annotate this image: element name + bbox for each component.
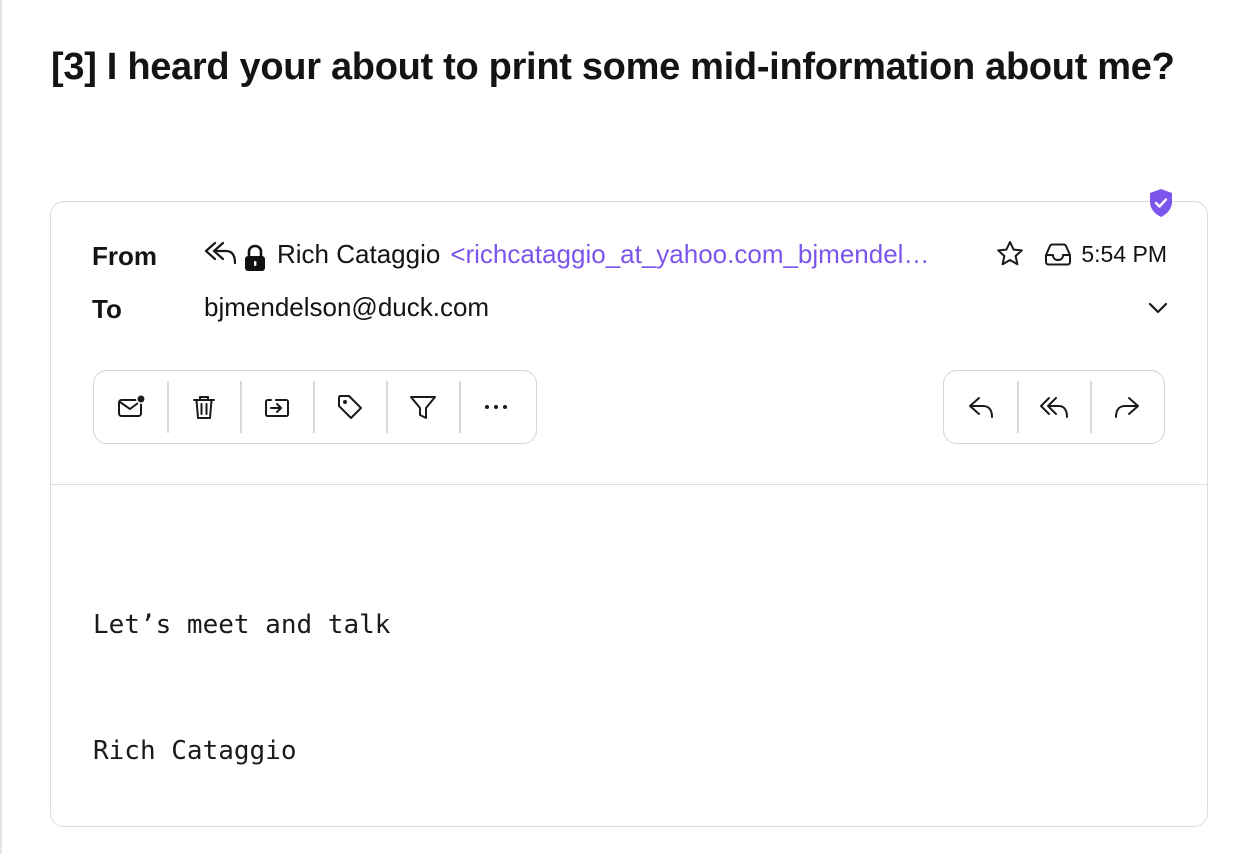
reply-all-icon xyxy=(204,241,237,265)
label-button[interactable] xyxy=(313,371,386,443)
message-card: From To Rich Cataggio <richcataggio_at_y… xyxy=(50,189,1208,827)
trash-icon xyxy=(192,396,215,419)
forward-button[interactable] xyxy=(1090,371,1163,443)
message-actions-toolbar xyxy=(93,370,537,444)
body-line: Rich Cataggio xyxy=(93,736,297,766)
message-time: 5:54 PM xyxy=(1081,240,1167,267)
reply-button[interactable] xyxy=(944,371,1017,443)
body-line: Let’s meet and talk xyxy=(93,610,391,640)
sender-row: Rich Cataggio <richcataggio_at_yahoo.com… xyxy=(203,236,930,272)
pane-divider xyxy=(0,0,2,854)
filter-icon xyxy=(409,396,436,419)
sender-name[interactable]: Rich Cataggio xyxy=(277,239,440,270)
tag-icon xyxy=(337,395,362,419)
move-to-folder-icon xyxy=(264,399,289,417)
trash-button[interactable] xyxy=(167,371,240,443)
mail-unread-icon xyxy=(117,394,146,417)
star-icon[interactable] xyxy=(995,239,1025,269)
to-label: To xyxy=(92,294,122,324)
lock-icon xyxy=(245,244,265,271)
forward-icon xyxy=(1114,397,1139,418)
reply-all-icon xyxy=(1039,397,1068,418)
header-divider xyxy=(51,484,1207,485)
message-meta: 5:54 PM xyxy=(995,236,1167,272)
reply-all-button[interactable] xyxy=(1017,371,1090,443)
move-to-folder-button[interactable] xyxy=(240,371,313,443)
reply-actions-toolbar xyxy=(943,370,1165,444)
sender-email[interactable]: <richcataggio_at_yahoo.com_bjmendelson@d… xyxy=(450,239,930,270)
message-body: Let’s meet and talk Rich Cataggio xyxy=(93,520,390,856)
inbox-icon[interactable] xyxy=(1043,241,1073,267)
filter-button[interactable] xyxy=(386,371,459,443)
more-icon xyxy=(484,405,507,409)
chevron-down-icon[interactable] xyxy=(1147,300,1169,316)
mark-unread-button[interactable] xyxy=(94,371,167,443)
email-subject: [3] I heard your about to print some mid… xyxy=(51,46,1175,88)
recipient-address[interactable]: bjmendelson@duck.com xyxy=(204,292,489,323)
more-button[interactable] xyxy=(459,371,532,443)
shield-check-icon[interactable] xyxy=(1148,188,1174,218)
from-label: From xyxy=(92,241,157,271)
reply-icon xyxy=(968,397,993,418)
